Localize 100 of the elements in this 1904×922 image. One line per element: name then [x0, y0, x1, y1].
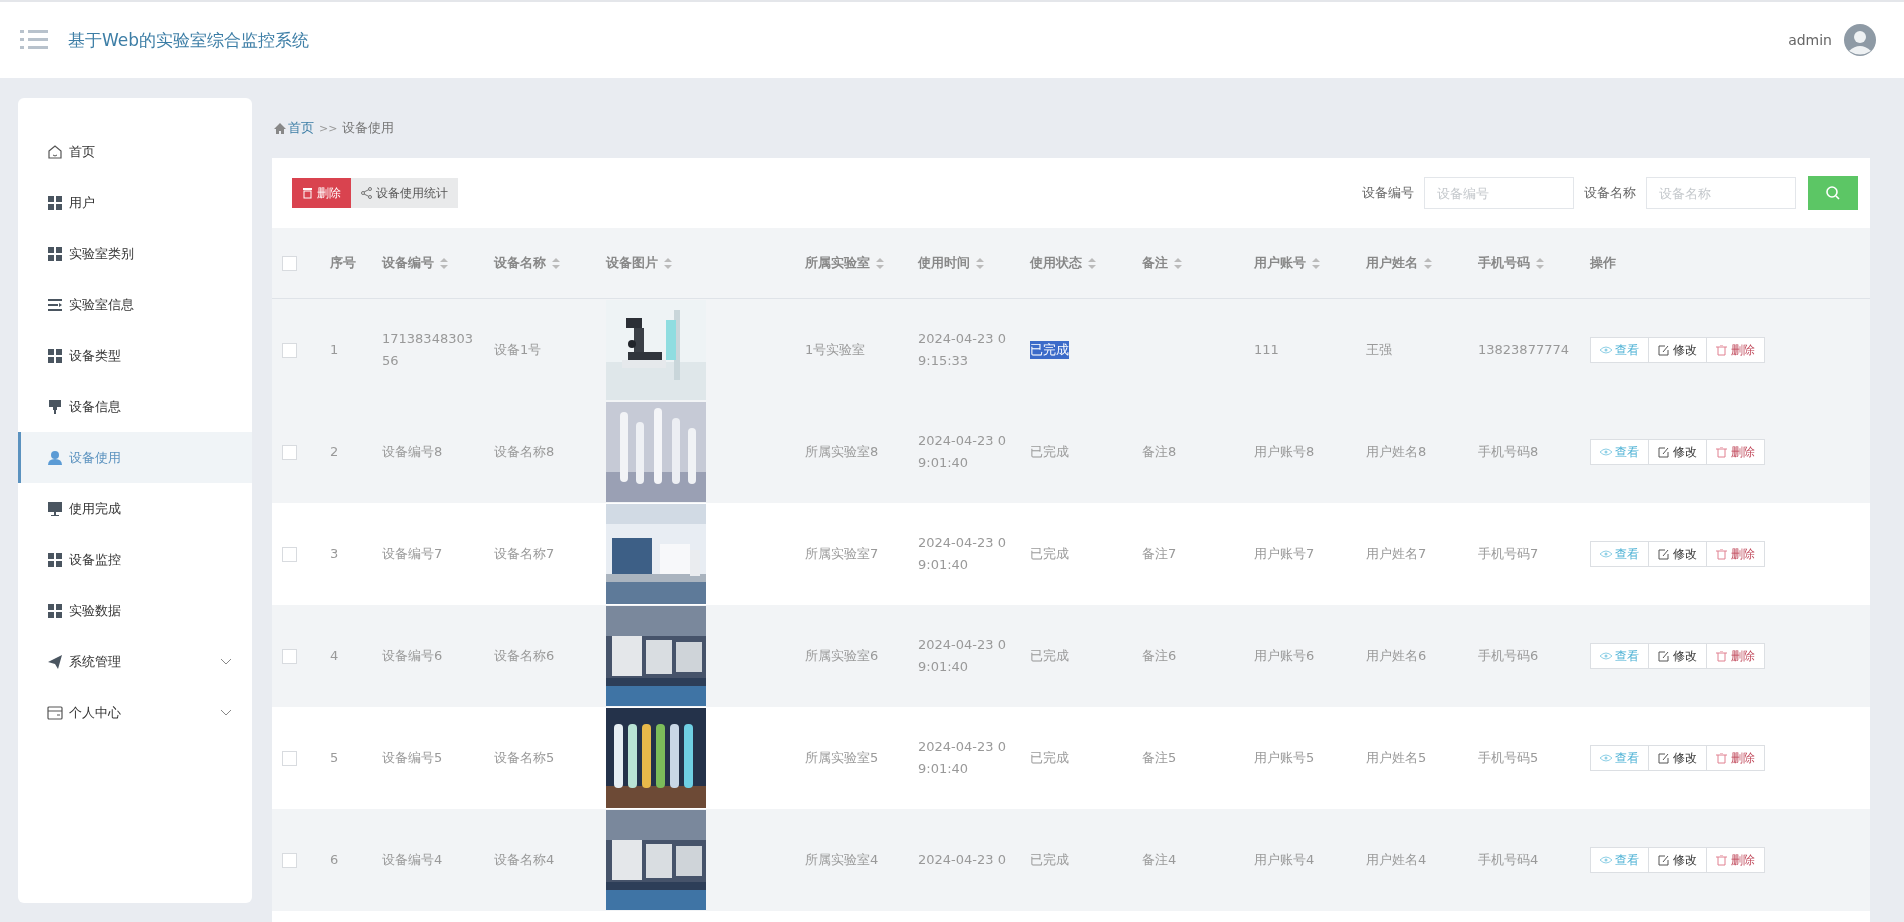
delete-button[interactable]: 删除: [1706, 643, 1765, 669]
status-text: 已完成: [1030, 443, 1069, 461]
edit-button[interactable]: 修改: [1648, 745, 1707, 771]
search-button[interactable]: [1808, 176, 1858, 210]
sidebar-item[interactable]: 使用完成: [18, 483, 252, 534]
table-row[interactable]: 2 设备编号8 设备名称8 所属实验室8 2024-04-23 09:01:40 已完成 备注8 用户账号8 用户姓名8 手机号码8 查看 修改 删除: [272, 401, 1870, 503]
trash-icon: [1716, 548, 1728, 560]
menu-icon[interactable]: [20, 29, 48, 51]
table-cell-text: 手机号码5: [1478, 749, 1539, 767]
column-header[interactable]: 使用时间: [918, 254, 970, 272]
share-icon: [361, 187, 372, 199]
grid-icon: [47, 602, 63, 619]
delete-button[interactable]: 删除: [292, 178, 351, 208]
table-cell-text: 王强: [1366, 341, 1392, 359]
table-cell-text: 2024-04-23 09:01:40: [918, 636, 1007, 676]
table-cell-text: 备注6: [1142, 647, 1177, 665]
table-cell-text: 2: [330, 443, 339, 461]
edit-button[interactable]: 修改: [1648, 541, 1707, 567]
table-cell-text: 用户姓名8: [1366, 443, 1427, 461]
column-header[interactable]: 所属实验室: [805, 254, 870, 272]
table-cell-text: 2024-04-23 09:15:33: [918, 330, 1007, 370]
table-cell-text: 1713834830356: [382, 330, 474, 370]
delete-button[interactable]: 删除: [1706, 439, 1765, 465]
table-cell-text: 用户账号7: [1254, 545, 1315, 563]
table-row[interactable]: 1 1713834830356 设备1号 1号实验室 2024-04-23 09:15:33 已完成 111 王强 13823877774 查看 修改 删除: [272, 299, 1870, 401]
edit-button[interactable]: 修改: [1648, 439, 1707, 465]
breadcrumb-link[interactable]: 首页: [288, 119, 314, 137]
table-cell-text: 备注4: [1142, 851, 1177, 869]
row-checkbox[interactable]: [282, 648, 297, 664]
row-checkbox[interactable]: [282, 750, 297, 766]
home-icon: [47, 143, 63, 160]
sort-icon: [1174, 257, 1182, 269]
row-checkbox[interactable]: [282, 342, 297, 358]
column-header[interactable]: 用户账号: [1254, 254, 1306, 272]
sidebar-item[interactable]: 首页: [18, 126, 252, 177]
sort-icon: [976, 257, 984, 269]
sidebar-item[interactable]: 用户: [18, 177, 252, 228]
table-cell-text: 设备名称8: [494, 443, 555, 461]
table-row[interactable]: 6 设备编号4 设备名称4 所属实验室4 2024-04-23 0 已完成 备注4 用户账号4 用户姓名4 手机号码4 查看 修改 删除: [272, 809, 1870, 911]
grid-icon: [47, 551, 63, 568]
row-checkbox[interactable]: [282, 852, 297, 868]
trash-icon: [1716, 854, 1728, 866]
grid-icon: [47, 347, 63, 364]
table-cell-text: 手机号码8: [1478, 443, 1539, 461]
status-text: 已完成: [1030, 749, 1069, 767]
field-label: 设备名称: [1584, 184, 1636, 202]
status-text: 已完成: [1030, 851, 1069, 869]
column-header[interactable]: 手机号码: [1478, 254, 1530, 272]
delete-button[interactable]: 删除: [1706, 847, 1765, 873]
sidebar-item[interactable]: 实验室信息: [18, 279, 252, 330]
sidebar-item[interactable]: 设备信息: [18, 381, 252, 432]
column-header[interactable]: 设备图片: [606, 254, 658, 272]
eye-icon: [1600, 446, 1612, 458]
row-checkbox[interactable]: [282, 444, 297, 460]
column-header[interactable]: 用户姓名: [1366, 254, 1418, 272]
table-cell-text: 所属实验室6: [805, 647, 879, 665]
edit-icon: [1658, 548, 1670, 560]
column-header[interactable]: 设备名称: [494, 254, 546, 272]
sidebar-item[interactable]: 系统管理: [18, 636, 252, 687]
sidebar-item[interactable]: 实验数据: [18, 585, 252, 636]
list-icon: [47, 296, 63, 313]
sidebar-item[interactable]: 设备使用: [18, 432, 252, 483]
trash-icon: [302, 187, 313, 199]
delete-button[interactable]: 删除: [1706, 745, 1765, 771]
column-header[interactable]: 设备编号: [382, 254, 434, 272]
eye-icon: [1600, 344, 1612, 356]
monitor-stand-icon: [47, 398, 63, 415]
sort-icon: [664, 257, 672, 269]
table-row[interactable]: 4 设备编号6 设备名称6 所属实验室6 2024-04-23 09:01:40 已完成 备注6 用户账号6 用户姓名6 手机号码6 查看 修改 删除: [272, 605, 1870, 707]
column-header[interactable]: 使用状态: [1030, 254, 1082, 272]
table-cell-text: 手机号码4: [1478, 851, 1539, 869]
sidebar-item[interactable]: 实验室类别: [18, 228, 252, 279]
search-icon: [1825, 185, 1841, 201]
column-header[interactable]: 备注: [1142, 254, 1168, 272]
row-checkbox[interactable]: [282, 546, 297, 562]
status-text: 已完成: [1030, 545, 1069, 563]
sidebar-item[interactable]: 设备类型: [18, 330, 252, 381]
field-label: 设备编号: [1362, 184, 1414, 202]
wallet-icon: [47, 704, 63, 721]
table-cell-text: 设备名称4: [494, 851, 555, 869]
edit-button[interactable]: 修改: [1648, 847, 1707, 873]
search-field[interactable]: 设备编号: [1424, 177, 1574, 209]
sort-icon: [1088, 257, 1096, 269]
user-name[interactable]: admin: [1788, 32, 1832, 48]
edit-button[interactable]: 修改: [1648, 337, 1707, 363]
table-cell-text: 手机号码7: [1478, 545, 1539, 563]
sidebar-item[interactable]: 设备监控: [18, 534, 252, 585]
sort-icon: [1536, 257, 1544, 269]
table-cell-text: 备注7: [1142, 545, 1177, 563]
delete-button[interactable]: 删除: [1706, 337, 1765, 363]
grid-icon: [47, 245, 63, 262]
delete-button[interactable]: 删除: [1706, 541, 1765, 567]
edit-button[interactable]: 修改: [1648, 643, 1707, 669]
search-field[interactable]: 设备名称: [1646, 177, 1796, 209]
table-cell-text: 设备1号: [494, 341, 542, 359]
statistics-button[interactable]: 设备使用统计: [351, 178, 458, 208]
sidebar-item[interactable]: 个人中心: [18, 687, 252, 738]
select-all-checkbox[interactable]: [282, 255, 297, 271]
paper-plane-icon: [47, 653, 63, 670]
table-cell-text: 用户账号8: [1254, 443, 1315, 461]
